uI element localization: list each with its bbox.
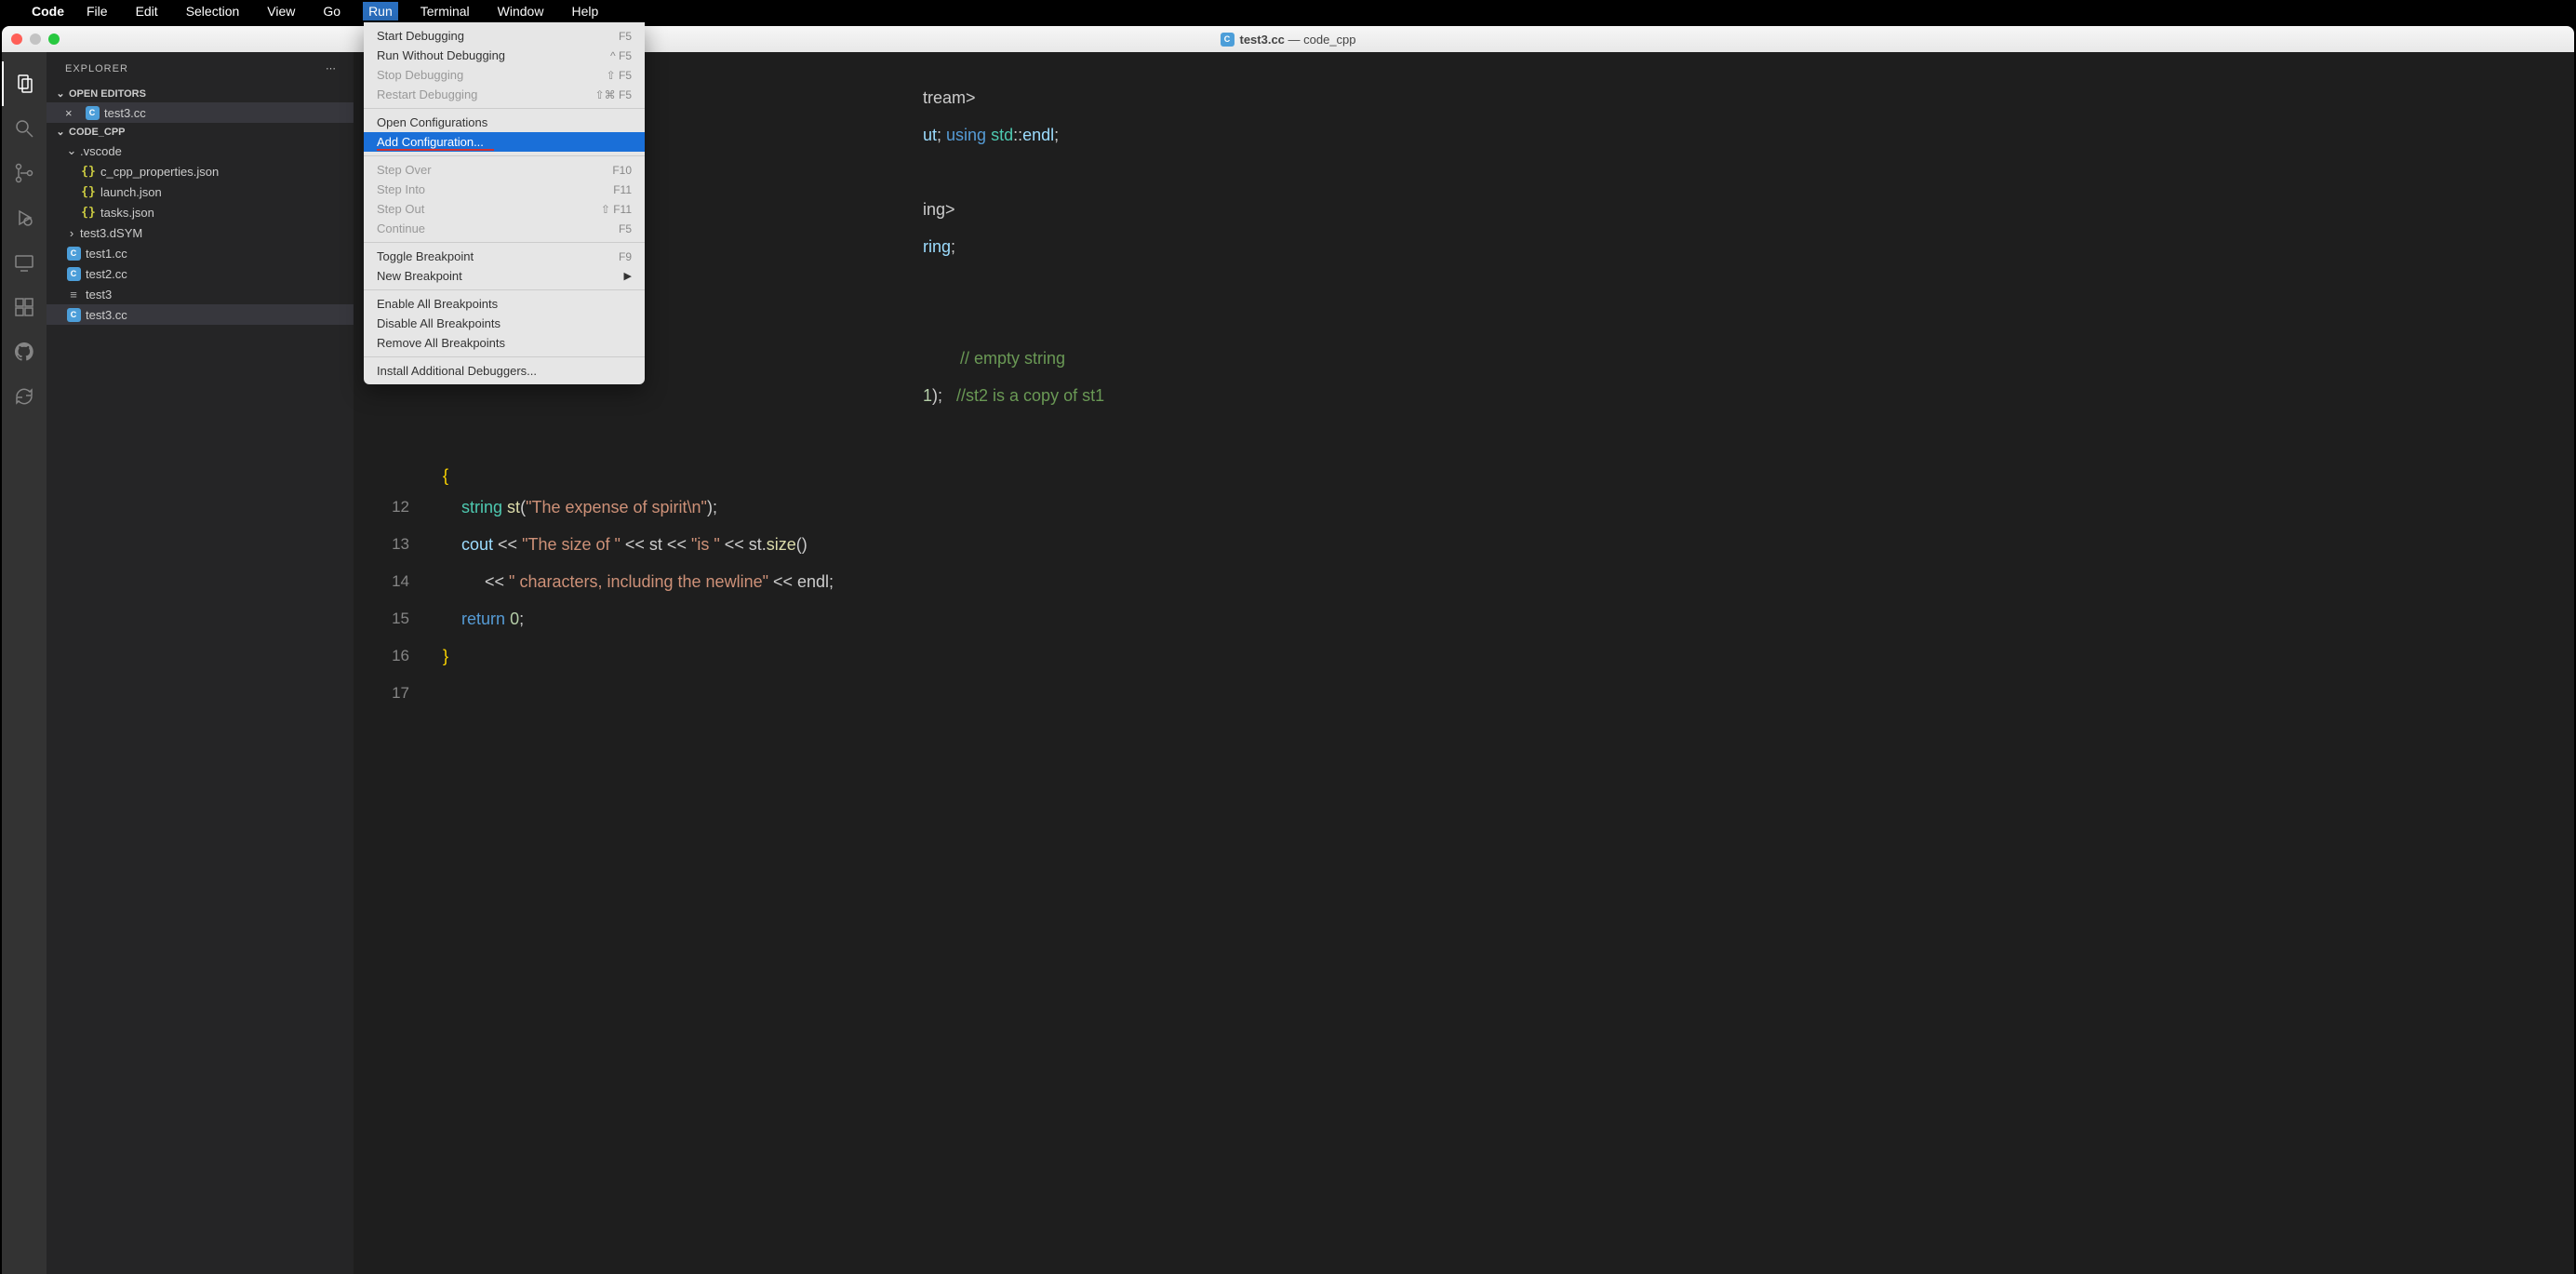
menu-item-stop-debugging: Stop Debugging⇧ F5 [364, 65, 645, 85]
remote-icon[interactable] [2, 240, 47, 285]
menu-item-run-without-debugging[interactable]: Run Without Debugging^ F5 [364, 46, 645, 65]
menu-item-step-out: Step Out⇧ F11 [364, 199, 645, 219]
minimize-window-button[interactable] [30, 34, 41, 45]
menu-window[interactable]: Window [492, 2, 550, 20]
menu-item-open-configurations[interactable]: Open Configurations [364, 113, 645, 132]
menu-view[interactable]: View [261, 2, 300, 20]
close-window-button[interactable] [11, 34, 22, 45]
menu-item-new-breakpoint[interactable]: New Breakpoint▶ [364, 266, 645, 286]
extensions-icon[interactable] [2, 285, 47, 329]
cpp-file-icon: C [1220, 33, 1234, 47]
file-item[interactable]: Ctest3.cc [47, 304, 354, 325]
app-name[interactable]: Code [32, 4, 64, 19]
menu-item-step-over: Step OverF10 [364, 160, 645, 180]
editor-area[interactable]: 121314151617 tream>ut; using std::endl;i… [354, 52, 2574, 1274]
folder-item[interactable]: ›test3.dSYM [47, 222, 354, 243]
source-control-icon[interactable] [2, 151, 47, 195]
menu-item-continue: ContinueF5 [364, 219, 645, 238]
explorer-sidebar: EXPLORER ⋯ ⌄OPEN EDITORS ×Ctest3.cc ⌄COD… [47, 52, 354, 1274]
explorer-title: EXPLORER [65, 63, 128, 74]
traffic-lights [11, 34, 60, 45]
file-item[interactable]: {}launch.json [47, 181, 354, 202]
menu-item-start-debugging[interactable]: Start DebuggingF5 [364, 26, 645, 46]
menu-item-disable-all-breakpoints[interactable]: Disable All Breakpoints [364, 314, 645, 333]
menu-edit[interactable]: Edit [130, 2, 164, 20]
explorer-icon[interactable] [2, 61, 47, 106]
sync-icon[interactable] [2, 374, 47, 419]
menu-item-add-configuration-[interactable]: Add Configuration... [364, 132, 645, 152]
menu-go[interactable]: Go [317, 2, 346, 20]
menu-item-restart-debugging: Restart Debugging⇧⌘ F5 [364, 85, 645, 104]
menu-selection[interactable]: Selection [180, 2, 246, 20]
github-icon[interactable] [2, 329, 47, 374]
menu-item-step-into: Step IntoF11 [364, 180, 645, 199]
file-item[interactable]: {}tasks.json [47, 202, 354, 222]
menu-item-enable-all-breakpoints[interactable]: Enable All Breakpoints [364, 294, 645, 314]
window-title: test3.cc — code_cpp [1239, 33, 1355, 47]
file-item[interactable]: Ctest1.cc [47, 243, 354, 263]
zoom-window-button[interactable] [48, 34, 60, 45]
close-icon[interactable]: × [65, 106, 80, 120]
menu-terminal[interactable]: Terminal [415, 2, 475, 20]
run-menu-dropdown: Start DebuggingF5Run Without Debugging^ … [364, 22, 645, 384]
run-debug-icon[interactable] [2, 195, 47, 240]
menu-item-remove-all-breakpoints[interactable]: Remove All Breakpoints [364, 333, 645, 353]
file-item[interactable]: Ctest2.cc [47, 263, 354, 284]
explorer-more-icon[interactable]: ⋯ [326, 62, 337, 74]
file-item[interactable]: {}c_cpp_properties.json [47, 161, 354, 181]
menu-help[interactable]: Help [566, 2, 604, 20]
search-icon[interactable] [2, 106, 47, 151]
activity-bar [2, 52, 47, 1274]
folder-item[interactable]: ⌄.vscode [47, 141, 354, 161]
menu-run[interactable]: Run [363, 2, 398, 20]
open-editor-item[interactable]: ×Ctest3.cc [47, 102, 354, 123]
workspace-header[interactable]: ⌄CODE_CPP [47, 123, 354, 141]
menu-item-install-additional-debuggers-[interactable]: Install Additional Debuggers... [364, 361, 645, 381]
file-item[interactable]: ≡test3 [47, 284, 354, 304]
menu-item-toggle-breakpoint[interactable]: Toggle BreakpointF9 [364, 247, 645, 266]
menu-file[interactable]: File [81, 2, 113, 20]
macos-menubar: Code File Edit Selection View Go Run Terminal W… [0, 0, 2576, 22]
open-editors-header[interactable]: ⌄OPEN EDITORS [47, 85, 354, 102]
